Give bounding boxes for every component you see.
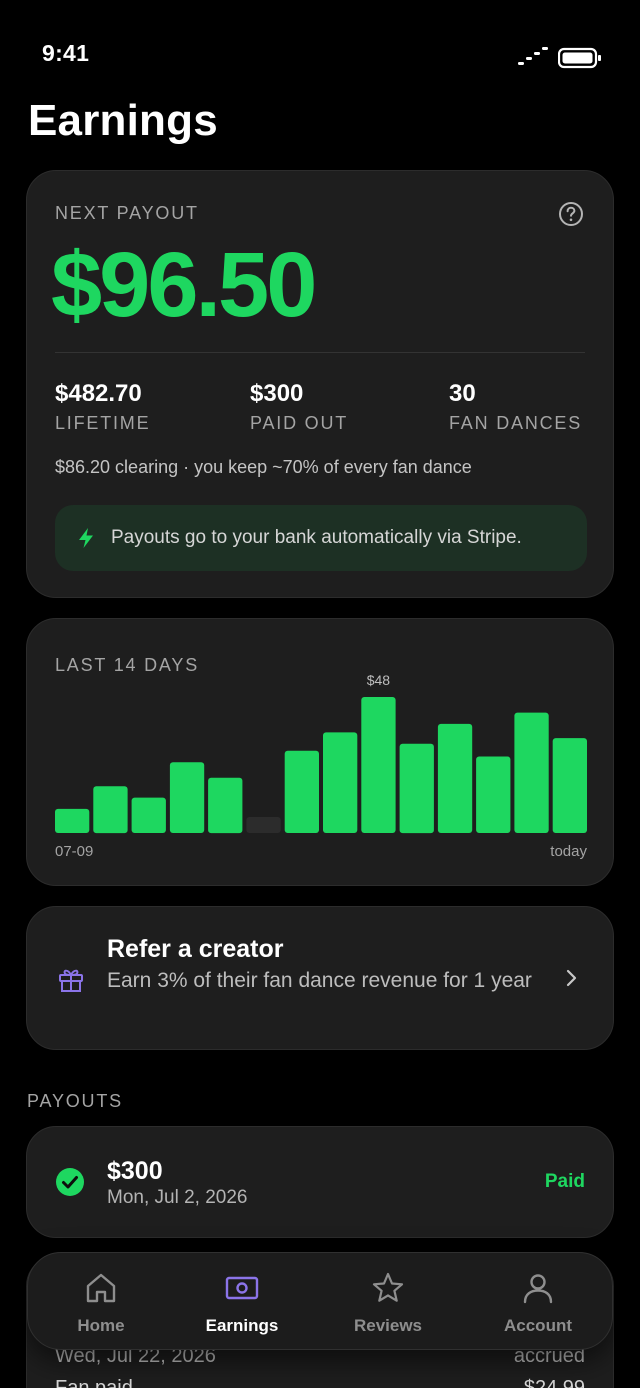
- stat-value: $300: [250, 380, 304, 407]
- payouts-section-label: PAYOUTS: [27, 1091, 123, 1111]
- stripe-note-text: Payouts go to your bank automatically vi…: [111, 527, 522, 548]
- chart-bar: [514, 712, 549, 833]
- stat-fan-dances: 30 FAN DANCES: [449, 379, 582, 434]
- chart-bar: [323, 732, 358, 833]
- earnings-icon: [225, 1276, 259, 1300]
- next-payout-label: NEXT PAYOUT: [55, 203, 199, 223]
- chart-bar: [361, 697, 396, 833]
- tab-label: Reviews: [353, 1316, 423, 1335]
- chart-x-end-label: today: [550, 843, 587, 860]
- person-icon: [523, 1274, 553, 1304]
- chart-x-start-label: 07-09: [55, 843, 93, 860]
- status-bar: 9:41: [0, 0, 640, 90]
- chart-bar: [131, 797, 166, 833]
- home-icon: [86, 1273, 116, 1303]
- next-payout-card: NEXT PAYOUT $96.50 $482.70 LIFETIME $300…: [26, 170, 614, 598]
- chart-bar: [55, 808, 90, 833]
- help-icon[interactable]: [558, 201, 584, 227]
- chart-bar: [284, 750, 319, 833]
- stat-label: PAID OUT: [250, 413, 349, 433]
- refer-title: Refer a creator: [107, 935, 284, 963]
- payout-amount: $24.99: [523, 1377, 585, 1388]
- stat-label: LIFETIME: [55, 413, 151, 433]
- tab-account[interactable]: Account: [465, 1253, 611, 1351]
- chevron-right-icon: [566, 969, 577, 987]
- chart-bar: [169, 762, 205, 833]
- star-icon: [372, 1272, 404, 1302]
- earnings-chart-card: LAST 14 DAYS $48 07-09 today: [26, 618, 614, 886]
- stat-lifetime: $482.70 LIFETIME: [55, 379, 150, 434]
- payout-amount: $300: [107, 1157, 163, 1185]
- payout-status: Paid: [544, 1171, 585, 1192]
- clearing-note: $86.20 clearing · you keep ~70% of every…: [55, 457, 472, 477]
- tab-home[interactable]: Home: [28, 1253, 174, 1351]
- gift-icon: [59, 969, 83, 992]
- chart-bar: [208, 777, 243, 834]
- tab-label: Earnings: [205, 1316, 279, 1335]
- tab-bar: Home Earnings Reviews Account: [27, 1252, 613, 1350]
- payout-date: Mon, Jul 2, 2026: [107, 1187, 248, 1208]
- payout-type: Fan paid: [55, 1377, 133, 1388]
- signal-icon: [518, 47, 548, 65]
- check-circle-icon: [56, 1168, 84, 1196]
- chart-bar: [399, 743, 434, 834]
- chart-bar: [437, 723, 473, 833]
- chart-bar: [552, 738, 587, 833]
- refer-description: Earn 3% of their fan dance revenue for 1…: [107, 969, 532, 992]
- chart-bar: [476, 756, 511, 833]
- refer-creator-card[interactable]: Refer a creator Earn 3% of their fan dan…: [26, 906, 614, 1050]
- stat-label: FAN DANCES: [449, 413, 583, 433]
- status-time: 9:41: [42, 40, 90, 66]
- tab-label: Home: [77, 1316, 125, 1335]
- tab-earnings[interactable]: Earnings: [169, 1253, 315, 1351]
- stat-value: $482.70: [55, 380, 142, 407]
- chart-bar: [93, 786, 128, 834]
- battery-icon: [558, 47, 601, 69]
- stat-value: 30: [449, 380, 476, 407]
- earnings-bar-chart: $48 07-09 today: [55, 672, 587, 860]
- divider: [55, 352, 585, 353]
- bolt-icon: [79, 528, 93, 548]
- page-title: Earnings: [28, 96, 218, 145]
- chart-peak-label: $48: [367, 672, 391, 688]
- tab-label: Account: [504, 1316, 572, 1335]
- stripe-note: Payouts go to your bank automatically vi…: [55, 505, 587, 571]
- payout-row[interactable]: $300 Mon, Jul 2, 2026 Paid: [26, 1126, 614, 1238]
- next-payout-amount: $96.50: [51, 234, 317, 336]
- chart-bar: [246, 817, 281, 833]
- stat-paid-out: $300 PAID OUT: [250, 379, 348, 434]
- tab-reviews[interactable]: Reviews: [315, 1253, 461, 1351]
